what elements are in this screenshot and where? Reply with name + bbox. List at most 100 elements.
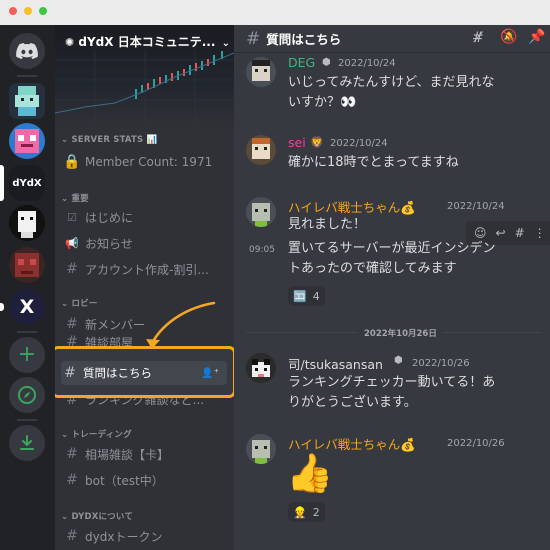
download-apps-icon[interactable] bbox=[9, 425, 45, 461]
reply-icon[interactable]: ↩ bbox=[496, 226, 506, 240]
browser-window: dYdX X + ✺ dYdX 日本コミュニテ... ⌄ ⌄ SERVER ST… bbox=[0, 0, 550, 550]
server-icon-pixel-blue[interactable] bbox=[9, 83, 45, 119]
dydx-logo-text: dYdX bbox=[12, 177, 42, 189]
add-server-icon[interactable]: + bbox=[9, 337, 45, 373]
close-window-dot[interactable] bbox=[9, 7, 17, 15]
add-reaction-icon[interactable]: ☺ bbox=[474, 226, 487, 240]
discord-home-icon[interactable] bbox=[9, 33, 45, 69]
avatar[interactable] bbox=[246, 57, 276, 87]
category-about-dydx[interactable]: ⌄ DYDXについて bbox=[61, 510, 133, 522]
badge-icon: ⬢ bbox=[394, 355, 403, 366]
channel-ranking[interactable]: # ランキング雑談など... bbox=[63, 398, 228, 408]
chat-header: # 質問はこちら #̸ 🔕 📌 bbox=[234, 25, 550, 53]
unread-server-indicator bbox=[0, 303, 4, 311]
channel-token[interactable]: # dydxトークン bbox=[63, 525, 228, 547]
channel-label: はじめに bbox=[85, 210, 134, 225]
channel-label: Member Count: 1971 bbox=[85, 155, 213, 169]
category-important[interactable]: ⌄ 重要 bbox=[61, 192, 89, 204]
timestamp: 09:05 bbox=[249, 245, 275, 255]
hash-icon: # bbox=[66, 398, 78, 408]
channel-question-selected[interactable]: # 質問はこちら 👤⁺ bbox=[61, 361, 227, 385]
channel-bot[interactable]: # bot（test中） bbox=[63, 469, 228, 491]
discord-app: dYdX X + ✺ dYdX 日本コミュニテ... ⌄ ⌄ SERVER ST… bbox=[0, 25, 550, 550]
channel-label: 新メンバー bbox=[85, 317, 146, 332]
hash-icon: # bbox=[66, 528, 78, 544]
channel-sidebar: ✺ dYdX 日本コミュニテ... ⌄ ⌄ SERVER STATS 📊 🔒 M… bbox=[55, 25, 234, 550]
username[interactable]: DEG bbox=[288, 55, 315, 70]
message-text: 置いてるサーバーが最近インシデン トあったので確認してみます bbox=[288, 241, 496, 276]
chat-channel-title: 質問はこちら bbox=[266, 32, 342, 47]
channel-label: 質問はこちら bbox=[83, 366, 152, 380]
hash-icon: # bbox=[64, 365, 76, 381]
server-name-text: dYdX 日本コミュニテ... bbox=[78, 35, 216, 49]
avatar[interactable] bbox=[246, 135, 276, 165]
channel-label: ランキング雑談など... bbox=[85, 398, 205, 407]
reaction-emoji: 👷 bbox=[293, 505, 307, 519]
category-lobby[interactable]: ⌄ ロビー bbox=[61, 297, 98, 309]
hash-icon: # bbox=[66, 261, 78, 277]
chat-panel: # 質問はこちら #̸ 🔕 📌 DEG ⬢ 2022/10/24 いじってみたん… bbox=[234, 25, 550, 550]
server-icon-pixel-red[interactable] bbox=[9, 247, 45, 283]
x-logo-icon: X bbox=[19, 296, 35, 318]
message-text: ランキングチェッカー動いてる！あ りがとうございます。 bbox=[288, 375, 496, 410]
channel-market[interactable]: # 相場雑談【卡】 bbox=[63, 443, 228, 465]
announcement-icon: 📢 bbox=[65, 236, 79, 250]
timestamp: 2022/10/24 bbox=[330, 138, 388, 149]
server-logo-icon: ✺ bbox=[65, 36, 75, 49]
selected-server-indicator bbox=[0, 165, 4, 201]
channel-member-count[interactable]: 🔒 Member Count: 1971 bbox=[63, 151, 228, 173]
channel-label: dydxトークン bbox=[85, 529, 163, 544]
username[interactable]: sei bbox=[288, 135, 306, 150]
reaction[interactable]: 🈁 4 bbox=[288, 286, 325, 306]
reaction-count: 4 bbox=[312, 289, 320, 303]
rail-separator bbox=[17, 331, 37, 333]
hash-icon: # bbox=[66, 334, 78, 346]
server-icon-x[interactable]: X bbox=[9, 289, 45, 325]
username[interactable]: ハイレバ戦士ちゃん💰 bbox=[288, 197, 416, 216]
lock-icon: 🔒 bbox=[63, 154, 81, 170]
server-name-header[interactable]: ✺ dYdX 日本コミュニテ... ⌄ bbox=[65, 33, 230, 50]
avatar[interactable] bbox=[246, 197, 276, 227]
more-options-icon[interactable]: ⋮ bbox=[534, 226, 546, 240]
invite-member-icon[interactable]: 👤⁺ bbox=[201, 368, 219, 379]
channel-account[interactable]: # アカウント作成-割引... bbox=[63, 258, 228, 280]
explore-servers-icon[interactable] bbox=[9, 377, 45, 413]
channel-label: 相場雑談【卡】 bbox=[85, 447, 170, 462]
category-server-stats[interactable]: ⌄ SERVER STATS 📊 bbox=[61, 135, 157, 145]
pin-icon[interactable]: 📌 bbox=[528, 29, 545, 45]
threads-icon[interactable]: #̸ bbox=[472, 30, 484, 46]
badge-icon: 🦁 bbox=[310, 136, 324, 149]
channel-label: アカウント作成-割引... bbox=[85, 262, 209, 277]
avatar[interactable] bbox=[246, 434, 276, 464]
rail-separator bbox=[17, 75, 37, 77]
reaction-count: 2 bbox=[312, 505, 320, 519]
date-divider-label: 2022年10月26日 bbox=[358, 327, 443, 339]
reaction[interactable]: 👷 2 bbox=[288, 502, 325, 522]
avatar[interactable] bbox=[246, 353, 276, 383]
server-icon-dydx[interactable]: dYdX bbox=[9, 165, 45, 201]
reaction-emoji: 🈁 bbox=[293, 289, 307, 303]
username[interactable]: 司/tsukasansan bbox=[288, 354, 383, 373]
timestamp: 2022/10/24 bbox=[447, 201, 505, 212]
channel-label: bot（test中） bbox=[85, 473, 164, 488]
maximize-window-dot[interactable] bbox=[39, 7, 47, 15]
rail-separator bbox=[17, 419, 37, 421]
thumbs-up-emoji: 👍 bbox=[286, 451, 334, 495]
server-rail: dYdX X + bbox=[0, 25, 55, 550]
server-icon-pixel-pink[interactable] bbox=[9, 123, 45, 159]
hash-icon: # bbox=[66, 316, 78, 332]
minimize-window-dot[interactable] bbox=[24, 7, 32, 15]
window-titlebar bbox=[0, 0, 550, 25]
channel-hajimeni[interactable]: ☑ はじめに bbox=[63, 206, 228, 228]
chevron-down-icon: ⌄ bbox=[221, 38, 230, 49]
hash-icon: # bbox=[66, 446, 78, 462]
mute-icon[interactable]: 🔕 bbox=[500, 29, 517, 45]
create-thread-icon[interactable]: # bbox=[515, 226, 525, 240]
channel-oshirase[interactable]: 📢 お知らせ bbox=[63, 232, 228, 254]
category-trading[interactable]: ⌄ トレーディング bbox=[61, 428, 132, 440]
timestamp: 2022/10/24 bbox=[338, 58, 396, 69]
hash-icon: # bbox=[66, 472, 78, 488]
server-icon-pixel-white[interactable] bbox=[9, 205, 45, 241]
annotation-arrow bbox=[146, 301, 216, 349]
rules-icon: ☑ bbox=[67, 210, 77, 224]
